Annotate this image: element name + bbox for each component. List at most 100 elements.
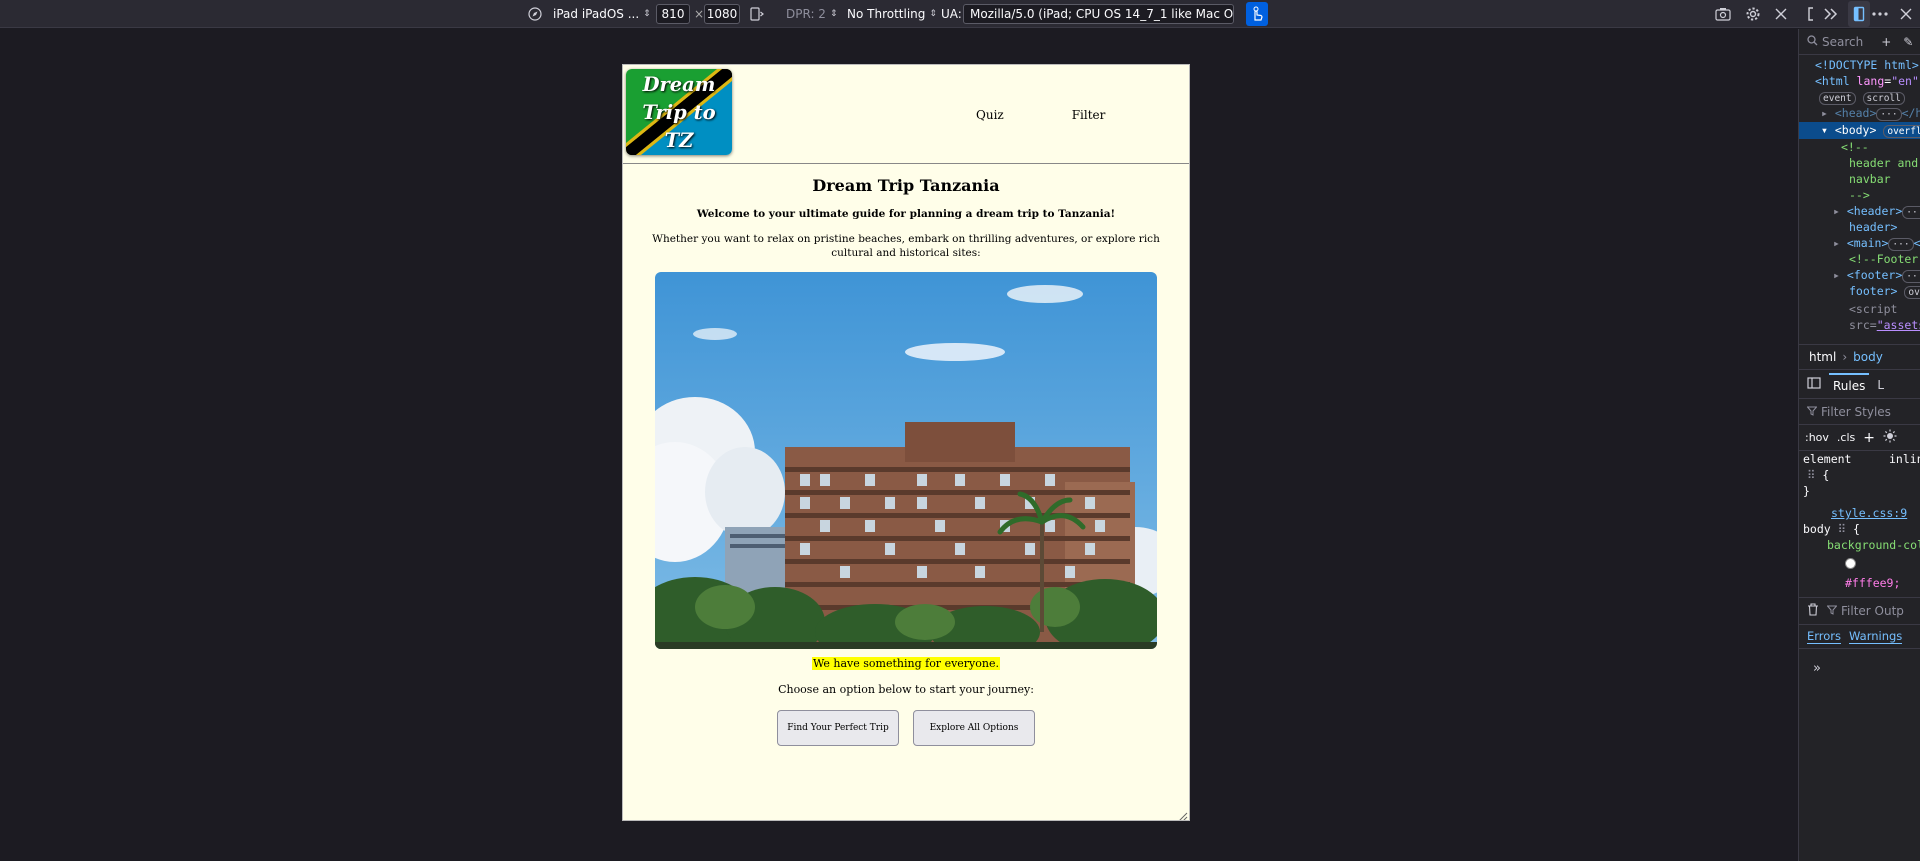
breadcrumb-html[interactable]: html (1809, 350, 1836, 364)
touch-simulation-icon[interactable] (1246, 2, 1268, 26)
css-rules: element inline ⠿ { } style.css:9 body ⠿ … (1799, 451, 1920, 601)
dom-node-doctype[interactable]: <!DOCTYPE html> (1815, 57, 1919, 74)
dom-node-script-src[interactable]: src="assets (1849, 317, 1920, 334)
css-property-value[interactable]: #fffee9; (1845, 575, 1900, 592)
stylesheet-link[interactable]: style.css:9 (1831, 505, 1907, 522)
dock-icon[interactable] (1807, 0, 1819, 28)
viewport-height-input[interactable]: 1080 (704, 4, 740, 24)
console-prompt-icon[interactable]: » (1813, 661, 1821, 676)
user-agent-input[interactable]: Mozilla/5.0 (iPad; CPU OS 14_7_1 like Ma… (963, 4, 1234, 24)
intro-text: Whether you want to relax on pristine be… (652, 233, 1160, 259)
site-logo[interactable]: Dream Trip to TZ (626, 69, 732, 155)
filter-output-input[interactable]: Filter Outp (1841, 604, 1904, 618)
pseudo-class-toolbar: :hov .cls + (1799, 425, 1920, 451)
throttling-selector[interactable]: No Throttling ⇕ (847, 0, 937, 28)
dimension-separator: × (694, 7, 705, 21)
dom-node-header-close: header> (1849, 220, 1898, 234)
breadcrumb: html › body (1799, 344, 1920, 370)
dom-node-head[interactable]: ▸ <head>···</head> (1821, 105, 1920, 122)
console-toolbar: Filter Outp (1799, 597, 1920, 625)
filter-styles-placeholder: Filter Styles (1821, 404, 1891, 419)
rotate-device-icon[interactable] (748, 0, 764, 28)
hero-image (655, 272, 1157, 649)
tab-rules[interactable]: Rules (1829, 372, 1870, 397)
body-rule-selector: body ⠿ { (1803, 522, 1860, 536)
cls-toggle[interactable]: .cls (1837, 431, 1855, 444)
add-node-icon[interactable]: + (1881, 35, 1891, 49)
dom-node-main[interactable]: ▸ <main>···</ (1833, 235, 1920, 252)
viewport-width-input[interactable]: 810 (656, 4, 690, 24)
filter-warnings[interactable]: Warnings (1849, 629, 1903, 644)
updown-icon: ⇕ (829, 9, 838, 19)
page-title: Dream Trip Tanzania (812, 176, 1000, 195)
tab-layout[interactable]: L (1877, 378, 1884, 392)
eyedropper-icon[interactable]: ✎ (1903, 35, 1913, 49)
device-viewport: Dream Trip to TZ Quiz Filter Dream Trip … (622, 64, 1190, 821)
ua-label: UA: (941, 7, 962, 21)
sidebar-tabs: Rules L (1799, 371, 1920, 399)
css-property-name[interactable]: background-color: (1827, 537, 1920, 554)
nav-link-filter[interactable]: Filter (1072, 108, 1106, 122)
device-selector[interactable]: iPad iPadOS ... ⇕ (553, 0, 651, 28)
device-label: iPad iPadOS ... (553, 7, 640, 21)
toggle-sidebar-icon[interactable] (1807, 377, 1821, 392)
updown-icon: ⇕ (929, 9, 937, 19)
dom-comment-line1: header and (1849, 156, 1919, 170)
dom-node-footer[interactable]: ▸ <footer>··· (1833, 267, 1920, 284)
trash-icon[interactable] (1807, 603, 1819, 619)
more-menu-icon[interactable] (1872, 0, 1888, 28)
devtools-panel: Search + ✎ <!DOCTYPE html> <html lang="e… (1798, 29, 1920, 861)
filter-styles-input[interactable]: Filter Styles (1799, 399, 1920, 425)
dpr-selector[interactable]: DPR: 2 ⇕ (786, 0, 837, 28)
filter-icon (1806, 405, 1818, 419)
explore-all-options-button[interactable]: Explore All Options (913, 710, 1035, 746)
logo-text: Dream Trip to TZ (642, 73, 716, 152)
filter-icon (1826, 604, 1838, 618)
element-rule-close: } (1803, 484, 1810, 498)
tagline-highlight: We have something for everyone. (811, 657, 1000, 670)
sun-icon[interactable] (1883, 429, 1897, 446)
main-content: Dream Trip Tanzania Welcome to your ulti… (623, 164, 1189, 746)
breadcrumb-body[interactable]: body (1853, 350, 1883, 364)
add-rule-icon[interactable]: + (1863, 430, 1875, 446)
close-icon[interactable] (1775, 0, 1787, 28)
dom-node-body-selected[interactable]: ▾ <body> overflow (1799, 122, 1920, 139)
resize-handle-icon[interactable] (1176, 807, 1188, 820)
chevrons-right-icon[interactable] (1823, 0, 1839, 28)
dom-comment-header: <!-- (1841, 140, 1869, 154)
compass-icon[interactable] (528, 0, 544, 28)
dom-node-footer-close: footer> overflow (1849, 283, 1920, 300)
breadcrumb-separator-icon: › (1842, 350, 1848, 364)
gear-icon[interactable] (1745, 0, 1761, 28)
throttling-label: No Throttling (847, 7, 926, 21)
hov-toggle[interactable]: :hov (1805, 431, 1829, 444)
search-placeholder: Search (1822, 34, 1864, 49)
dom-comment-line2: navbar (1849, 172, 1891, 186)
color-swatch[interactable] (1845, 557, 1856, 574)
site-nav: Quiz Filter (976, 108, 1105, 122)
dom-node-header[interactable]: ▸ <header>··· (1833, 203, 1920, 220)
screenshot-icon[interactable] (1715, 0, 1731, 28)
close-devtools-icon[interactable] (1900, 0, 1912, 28)
welcome-text: Welcome to your ultimate guide for plann… (696, 208, 1116, 220)
responsive-mode-icon[interactable] (1848, 1, 1870, 27)
updown-icon: ⇕ (643, 9, 651, 19)
site-header: Dream Trip to TZ Quiz Filter (623, 65, 1189, 164)
nav-link-quiz[interactable]: Quiz (976, 108, 1004, 122)
find-perfect-trip-button[interactable]: Find Your Perfect Trip (777, 710, 899, 746)
dom-node-html[interactable]: <html lang="en" (1815, 73, 1919, 90)
filter-errors[interactable]: Errors (1807, 629, 1842, 644)
dom-tree: <!DOCTYPE html> <html lang="en" event sc… (1799, 57, 1920, 367)
dom-node-badges: event scroll (1819, 89, 1905, 106)
responsive-toolbar: iPad iPadOS ... ⇕ 810 × 1080 DPR: 2 ⇕ No… (0, 0, 1920, 28)
dpr-label: DPR: 2 (786, 7, 826, 21)
dom-comment-footer: <!--Footer- (1849, 252, 1920, 266)
dom-node-script[interactable]: <script (1849, 301, 1897, 318)
search-icon (1807, 34, 1818, 49)
element-rule-selector: element (1803, 452, 1852, 466)
dom-comment-end: --> (1849, 188, 1870, 202)
console-level-filters: Errors Warnings (1799, 625, 1920, 649)
inline-label: inline (1889, 452, 1920, 466)
inspector-search[interactable]: Search + ✎ (1799, 29, 1920, 55)
element-rule-open: ⠿ { (1807, 468, 1830, 482)
